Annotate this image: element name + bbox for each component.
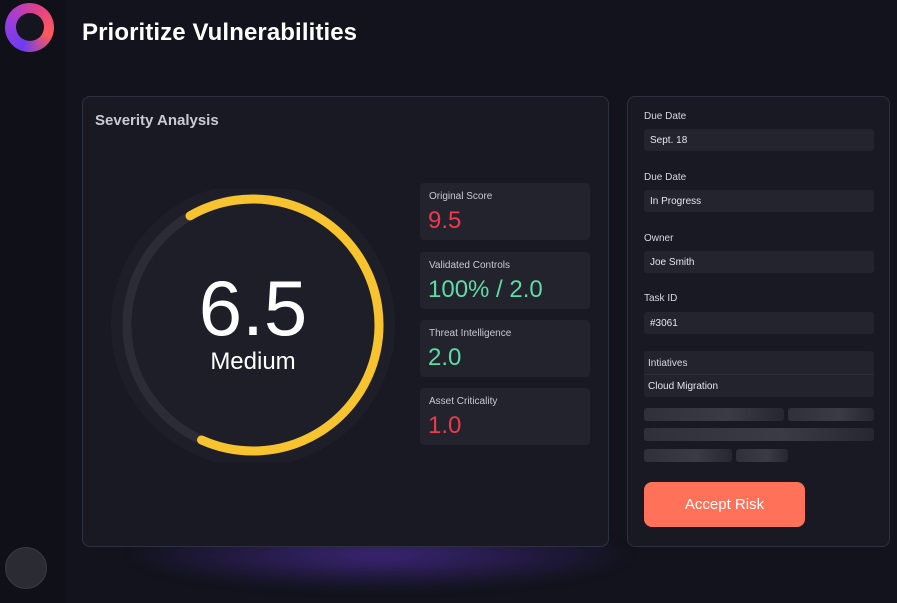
task-id-label: Task ID (644, 293, 678, 304)
score-label: Threat Intelligence (429, 328, 512, 339)
owner-label: Owner (644, 233, 674, 244)
skeleton-line (736, 449, 788, 462)
initiatives-label: Intiatives (648, 358, 688, 369)
status-field[interactable]: In Progress (644, 190, 874, 212)
score-value: 2.0 (428, 344, 462, 371)
score-card-original: Original Score 9.5 (420, 183, 590, 240)
details-panel: Due Date Sept. 18 Due Date In Progress O… (627, 96, 890, 547)
initiatives-field[interactable]: Intiatives Cloud Migration (644, 351, 874, 397)
score-value: 100% / 2.0 (428, 276, 543, 303)
score-card-validated-controls: Validated Controls 100% / 2.0 (420, 252, 590, 309)
severity-analysis-panel: Severity Analysis 6.5 Medium Original Sc… (82, 96, 609, 547)
user-avatar[interactable] (5, 547, 47, 589)
owner-field[interactable]: Joe Smith (644, 251, 874, 273)
score-label: Original Score (429, 191, 493, 202)
score-card-asset-criticality: Asset Criticality 1.0 (420, 388, 590, 445)
brand-logo-icon[interactable] (5, 3, 54, 52)
skeleton-line (644, 449, 732, 462)
skeleton-line (644, 428, 874, 441)
due-date-field[interactable]: Sept. 18 (644, 129, 874, 151)
score-value: 9.5 (428, 207, 462, 234)
score-card-threat-intelligence: Threat Intelligence 2.0 (420, 320, 590, 377)
severity-gauge: 6.5 Medium (111, 189, 395, 462)
initiatives-divider (644, 374, 874, 375)
panel-title: Severity Analysis (95, 112, 219, 129)
skeleton-line (788, 408, 874, 421)
page-title: Prioritize Vulnerabilities (82, 19, 358, 46)
score-label: Asset Criticality (429, 396, 498, 407)
initiatives-value: Cloud Migration (648, 381, 719, 392)
status-label: Due Date (644, 172, 687, 183)
accept-risk-button[interactable]: Accept Risk (644, 482, 805, 527)
score-value: 1.0 (428, 412, 462, 439)
severity-score: 6.5 (199, 264, 307, 352)
due-date-label: Due Date (644, 111, 687, 122)
severity-level: Medium (210, 348, 295, 375)
task-id-field[interactable]: #3061 (644, 312, 874, 334)
score-label: Validated Controls (429, 260, 510, 271)
sidebar (0, 0, 66, 603)
skeleton-line (644, 408, 784, 421)
